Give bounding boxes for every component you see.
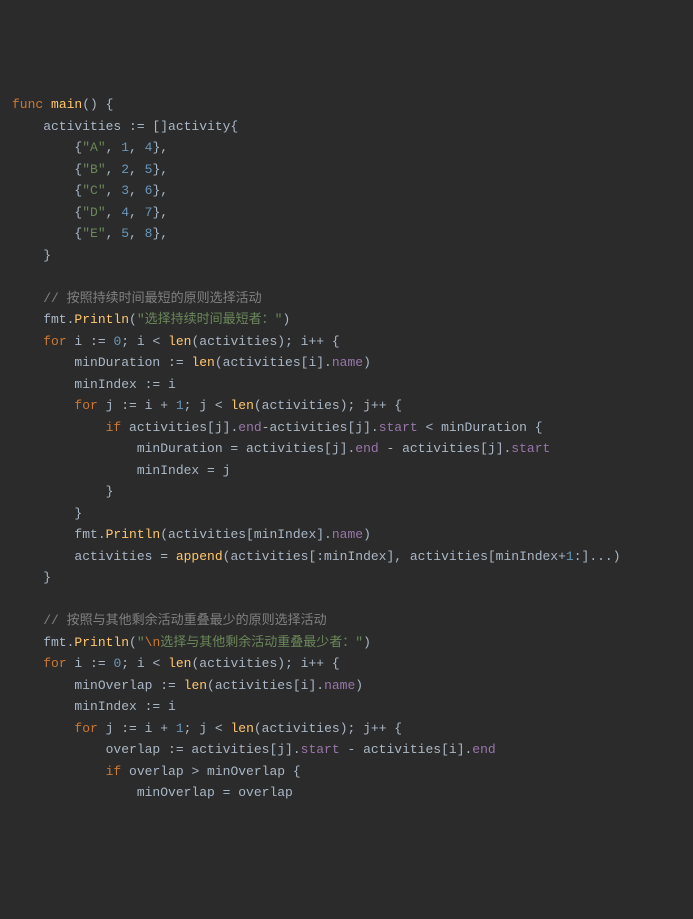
- keyword-func: func: [12, 97, 43, 112]
- code-line: fmt.Println(activities[minIndex].name): [12, 527, 371, 542]
- code-line: minIndex = j: [12, 463, 230, 478]
- code-line: }: [12, 484, 113, 499]
- code-line: activities = append(activities[:minIndex…: [12, 549, 621, 564]
- code-line: activities := []activity{: [12, 119, 238, 134]
- code-line: if overlap > minOverlap {: [12, 764, 301, 779]
- code-line: }: [12, 570, 51, 585]
- code-line: for j := i + 1; j < len(activities); j++…: [12, 398, 402, 413]
- code-line: }: [12, 248, 51, 263]
- code-line: // 按照持续时间最短的原则选择活动: [12, 291, 262, 306]
- code-line: for j := i + 1; j < len(activities); j++…: [12, 721, 402, 736]
- code-editor[interactable]: func main() { activities := []activity{ …: [12, 94, 681, 804]
- code-line: {"A", 1, 4},: [12, 140, 168, 155]
- code-line: for i := 0; i < len(activities); i++ {: [12, 656, 340, 671]
- code-line: fmt.Println("\n选择与其他剩余活动重叠最少者："): [12, 635, 371, 650]
- code-line: func main() {: [12, 97, 113, 112]
- code-line: minOverlap = overlap: [12, 785, 293, 800]
- code-line: minIndex := i: [12, 377, 176, 392]
- func-name: main: [51, 97, 82, 112]
- comment: // 按照与其他剩余活动重叠最少的原则选择活动: [12, 613, 327, 628]
- code-line: minOverlap := len(activities[i].name): [12, 678, 363, 693]
- code-line: minIndex := i: [12, 699, 176, 714]
- comment: // 按照持续时间最短的原则选择活动: [12, 291, 262, 306]
- code-line: }: [12, 506, 82, 521]
- code-line: {"C", 3, 6},: [12, 183, 168, 198]
- code-line: {"B", 2, 5},: [12, 162, 168, 177]
- code-line: overlap := activities[j].start - activit…: [12, 742, 496, 757]
- code-line: for i := 0; i < len(activities); i++ {: [12, 334, 340, 349]
- code-line: fmt.Println("选择持续时间最短者："): [12, 312, 290, 327]
- code-line: // 按照与其他剩余活动重叠最少的原则选择活动: [12, 613, 327, 628]
- code-line: minDuration := len(activities[i].name): [12, 355, 371, 370]
- code-line: if activities[j].end-activities[j].start…: [12, 420, 543, 435]
- code-line: minDuration = activities[j].end - activi…: [12, 441, 550, 456]
- code-line: {"E", 5, 8},: [12, 226, 168, 241]
- code-line: {"D", 4, 7},: [12, 205, 168, 220]
